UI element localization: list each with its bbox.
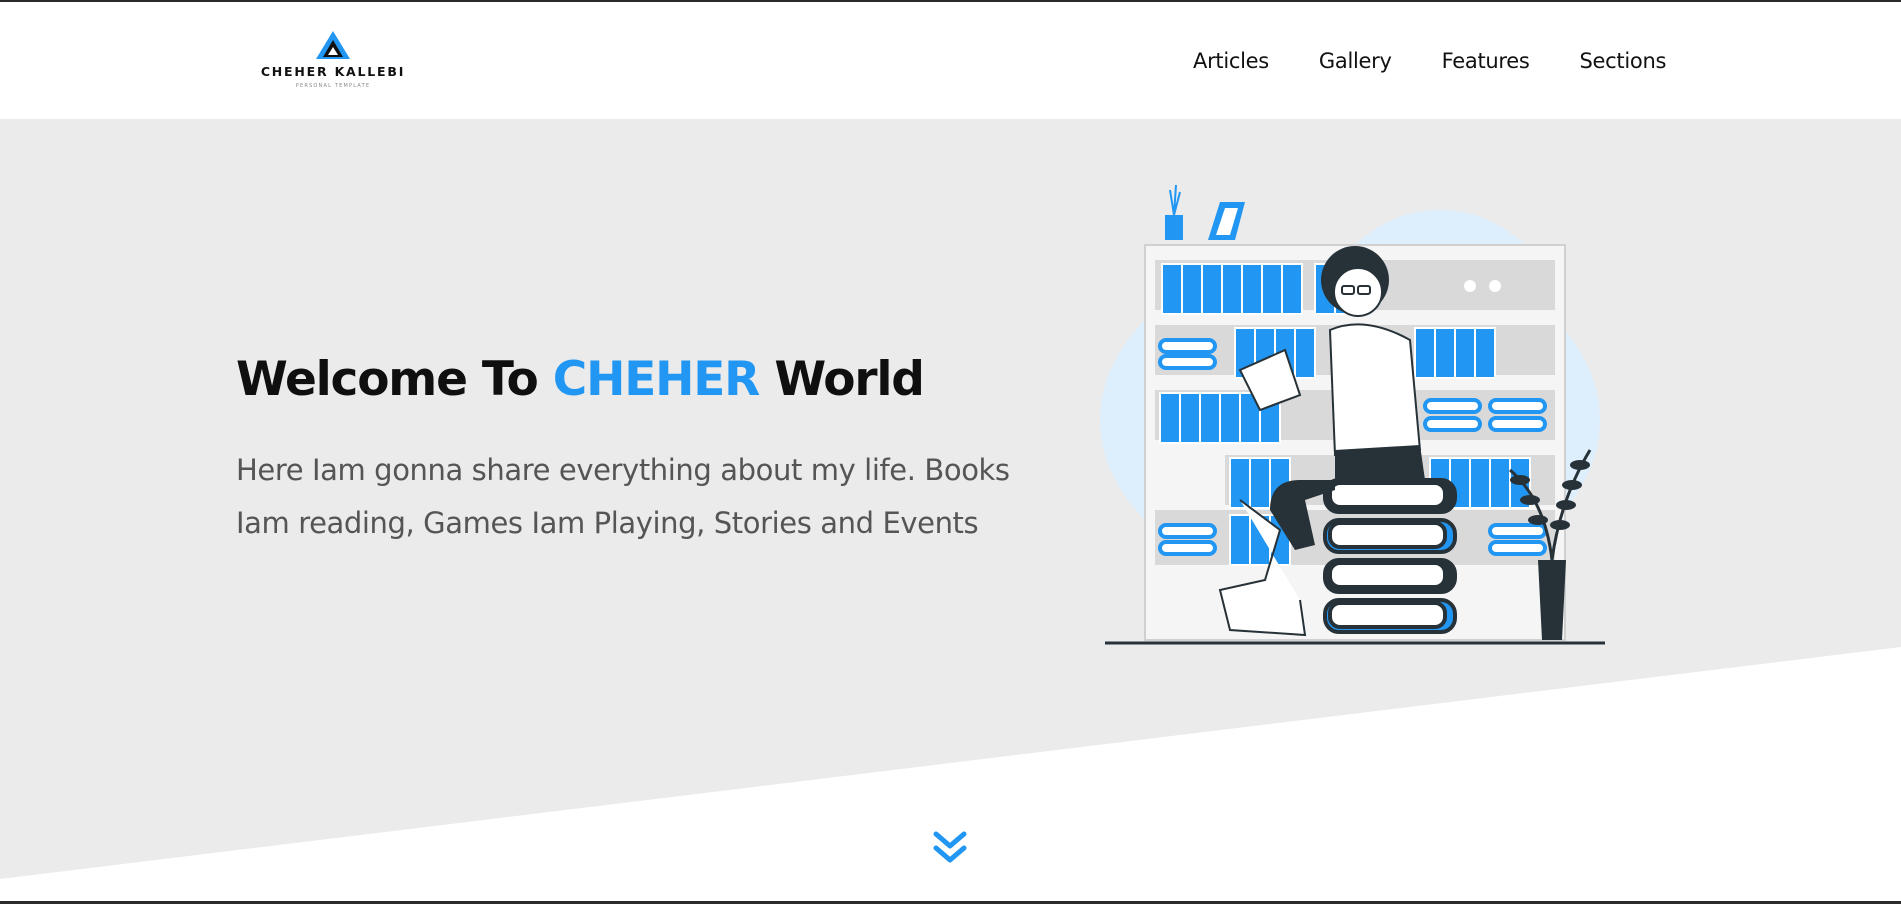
site-logo[interactable]: CHEHER KALLEBI PERSONAL TEMPLATE: [258, 30, 408, 94]
nav-item-gallery[interactable]: Gallery: [1294, 46, 1417, 76]
nav-item-articles[interactable]: Articles: [1168, 46, 1294, 76]
triangle-logo-icon: [316, 31, 350, 59]
hero-subtitle: Here Iam gonna share everything about my…: [236, 453, 1010, 540]
brand-tagline: PERSONAL TEMPLATE: [295, 83, 371, 89]
double-chevron-down-icon[interactable]: [930, 828, 970, 868]
hero-title: Welcome To CHEHER World: [236, 352, 925, 407]
hero-title-accent: CHEHER: [552, 352, 761, 407]
main-nav: Articles Gallery Features Sections: [1168, 46, 1691, 76]
site-header: CHEHER KALLEBI PERSONAL TEMPLATE Article…: [0, 2, 1901, 119]
hero-title-start: Welcome To: [236, 352, 553, 407]
nav-item-features[interactable]: Features: [1417, 46, 1555, 76]
hero-title-end: World: [759, 352, 925, 407]
nav-item-sections[interactable]: Sections: [1555, 46, 1692, 76]
brand-name: CHEHER KALLEBI: [260, 64, 406, 79]
reading-person-bookshelf-illustration: [1100, 184, 1605, 645]
